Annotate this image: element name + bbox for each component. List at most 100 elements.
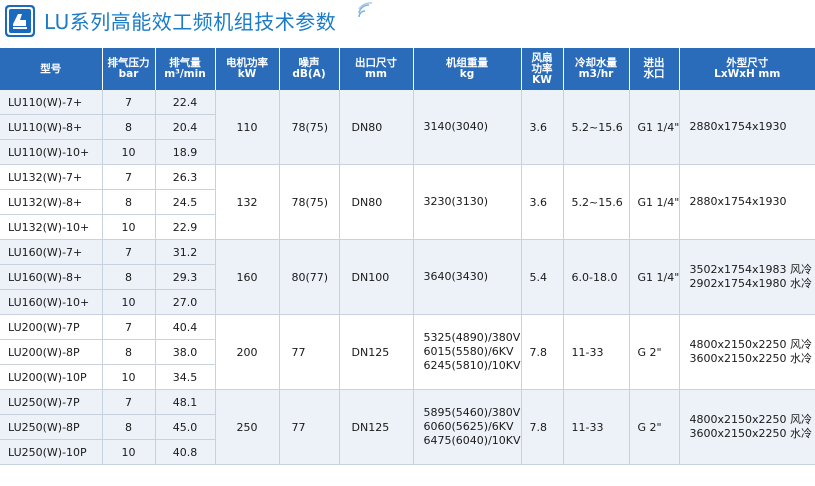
model-cell: LU250(W)-10P xyxy=(0,439,103,465)
model-cell: LU132(W)-8+ xyxy=(0,189,103,215)
model-cell: LU110(W)-10+ xyxy=(0,139,103,165)
wifi-signal-icon xyxy=(358,2,373,18)
weight-cell-line: 3230(3130) xyxy=(423,195,489,208)
compressor-logo-icon xyxy=(5,5,35,37)
flow-cell: 22.9 xyxy=(155,214,216,240)
column-header: 出口尺寸 mm xyxy=(339,48,414,90)
model-cell: LU160(W)-10+ xyxy=(0,289,103,315)
column-header-text: 水口 xyxy=(643,68,665,80)
flow-cell: 22.4 xyxy=(155,90,216,115)
flow-cell: 45.0 xyxy=(155,414,216,440)
dimensions-cell-line: 4800x2150x2250 风冷 xyxy=(689,338,813,351)
dimensions-cell-line: 4800x2150x2250 风冷 xyxy=(689,413,813,426)
table-row: LU200(W)-7P 7 40.4 200 77 DN125 5325(4890)/380… xyxy=(0,314,815,390)
pressure-cell: 8 xyxy=(102,264,156,290)
model-cell: LU200(W)-10P xyxy=(0,364,103,390)
dimensions-cell: 2880x1754x1930 xyxy=(679,164,815,240)
column-header-text: 功率 xyxy=(531,62,553,75)
fan-power-cell: 3.6 xyxy=(521,164,564,240)
flow-cell: 40.8 xyxy=(155,439,216,465)
outlet-cell: DN80 xyxy=(339,90,414,165)
pressure-cell: 8 xyxy=(102,339,156,365)
model-cell: LU160(W)-8+ xyxy=(0,264,103,290)
motor-power-cell: 160 xyxy=(215,239,280,315)
fan-power-cell: 3.6 xyxy=(521,90,564,165)
weight-cell-line: 6060(5625)/6KV xyxy=(423,420,514,433)
pressure-cell: 10 xyxy=(102,439,156,465)
pressure-cell: 10 xyxy=(102,139,156,165)
flow-cell: 29.3 xyxy=(155,264,216,290)
column-header-text: kg xyxy=(459,68,475,80)
table-row: LU132(W)-7+ 7 26.3 132 78(75) DN80 3230(3130) 3… xyxy=(0,164,815,240)
flow-cell: 48.1 xyxy=(155,389,216,415)
noise-cell: 78(75) xyxy=(279,90,340,165)
fan-power-cell: 7.8 xyxy=(521,314,564,390)
column-header-text: m³/min xyxy=(164,68,206,80)
column-header-text: LxWxH mm xyxy=(714,68,781,80)
weight-cell-line: 6245(5810)/10KV xyxy=(423,359,521,372)
table-row: LU250(W)-7P 7 48.1 250 77 DN125 5895(5460)/380… xyxy=(0,389,815,465)
water-port-cell: G 2" xyxy=(629,314,680,390)
column-header-text: bar xyxy=(118,68,139,80)
pressure-cell: 8 xyxy=(102,189,156,215)
spec-table: 型号 排气压力 bar 排气量 m³/min 电机功率 kW 噪声 dB(A) 出口尺寸 mm 机组重… xyxy=(0,48,815,465)
dimensions-cell-line: 3600x2150x2250 水冷 xyxy=(689,352,813,365)
column-header: 机组重量 kg xyxy=(413,48,522,90)
water-port-cell: G 2" xyxy=(629,389,680,465)
weight-cell: 5325(4890)/380V 6015(5580)/6KV 6245(5810)/… xyxy=(413,314,522,390)
model-cell: LU160(W)-7+ xyxy=(0,239,103,265)
dimensions-cell-line: 2880x1754x1930 xyxy=(689,120,787,133)
flow-cell: 26.3 xyxy=(155,164,216,190)
flow-cell: 31.2 xyxy=(155,239,216,265)
column-header-text: m3/hr xyxy=(578,68,614,80)
model-cell: LU250(W)-8P xyxy=(0,414,103,440)
table-body: LU110(W)-7+ 7 22.4 110 78(75) DN80 3140(3040) 3… xyxy=(0,90,815,465)
table-row: LU160(W)-7+ 7 31.2 160 80(77) DN100 3640(3430)… xyxy=(0,239,815,315)
water-port-cell: G1 1/4" xyxy=(629,239,680,315)
column-header: 进出 水口 xyxy=(629,48,680,90)
weight-cell-line: 6015(5580)/6KV xyxy=(423,345,514,358)
column-header: 排气量 m³/min xyxy=(155,48,216,90)
model-cell: LU110(W)-8+ xyxy=(0,114,103,140)
page-title: LU系列高能效工频机组技术参数 xyxy=(44,10,337,34)
column-header-text: 型号 xyxy=(40,62,62,75)
weight-cell-line: 3140(3040) xyxy=(423,120,489,133)
model-cell: LU250(W)-7P xyxy=(0,389,103,415)
column-header-text: mm xyxy=(365,68,387,80)
water-port-cell: G1 1/4" xyxy=(629,90,680,165)
flow-cell: 40.4 xyxy=(155,314,216,340)
weight-cell: 3140(3040) xyxy=(413,90,522,165)
pressure-cell: 7 xyxy=(102,164,156,190)
noise-cell: 80(77) xyxy=(279,239,340,315)
outlet-cell: DN125 xyxy=(339,314,414,390)
cooling-water-cell: 5.2~15.6 xyxy=(563,164,630,240)
model-cell: LU200(W)-8P xyxy=(0,339,103,365)
flow-cell: 24.5 xyxy=(155,189,216,215)
column-header-text: dB(A) xyxy=(292,68,326,80)
outlet-cell: DN125 xyxy=(339,389,414,465)
pressure-cell: 10 xyxy=(102,364,156,390)
noise-cell: 78(75) xyxy=(279,164,340,240)
weight-cell-line: 3640(3430) xyxy=(423,270,489,283)
pressure-cell: 7 xyxy=(102,389,156,415)
column-header: 冷却水量 m3/hr xyxy=(563,48,630,90)
noise-cell: 77 xyxy=(279,314,340,390)
column-header: 排气压力 bar xyxy=(102,48,156,90)
pressure-cell: 8 xyxy=(102,114,156,140)
dimensions-cell: 3502x1754x1983 风冷 2902x1754x1980 水冷 xyxy=(679,239,815,315)
dimensions-cell: 4800x2150x2250 风冷 3600x2150x2250 水冷 xyxy=(679,314,815,390)
pressure-cell: 8 xyxy=(102,414,156,440)
model-cell: LU132(W)-7+ xyxy=(0,164,103,190)
motor-power-cell: 132 xyxy=(215,164,280,240)
flow-cell: 34.5 xyxy=(155,364,216,390)
dimensions-cell-line: 2880x1754x1930 xyxy=(689,195,787,208)
fan-power-cell: 5.4 xyxy=(521,239,564,315)
column-header: 型号 xyxy=(0,48,103,90)
dimensions-cell-line: 3600x2150x2250 水冷 xyxy=(689,427,813,440)
pressure-cell: 10 xyxy=(102,214,156,240)
cooling-water-cell: 5.2~15.6 xyxy=(563,90,630,165)
dimensions-cell-line: 2902x1754x1980 水冷 xyxy=(689,277,813,290)
outlet-cell: DN100 xyxy=(339,239,414,315)
weight-cell: 5895(5460)/380V 6060(5625)/6KV 6475(6040)/… xyxy=(413,389,522,465)
pressure-cell: 7 xyxy=(102,314,156,340)
